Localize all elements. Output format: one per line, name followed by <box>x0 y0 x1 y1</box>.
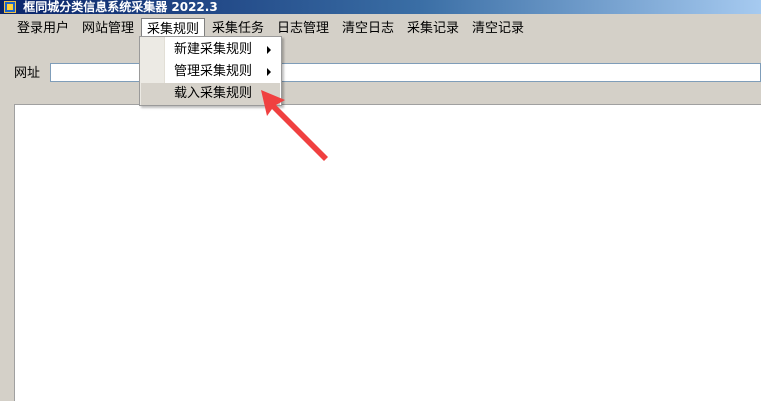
menu-item-new-rule[interactable]: 新建采集规则 <box>141 39 280 61</box>
submenu-arrow-icon <box>267 46 271 54</box>
menu-item-manage-rules[interactable]: 管理采集规则 <box>141 61 280 83</box>
menu-site-management[interactable]: 网站管理 <box>77 20 139 38</box>
submenu-arrow-icon <box>267 68 271 76</box>
url-label: 网址 <box>14 66 41 81</box>
menu-bar: 登录用户 网站管理 采集规则 采集任务 日志管理 清空日志 采集记录 清空记录 <box>0 14 761 42</box>
window-title: 框同城分类信息系统采集器 2022.3 <box>23 0 218 14</box>
menu-clear-records[interactable]: 清空记录 <box>467 20 529 38</box>
app-icon <box>4 1 16 13</box>
menu-collection-records[interactable]: 采集记录 <box>402 20 464 38</box>
menu-item-label: 载入采集规则 <box>174 86 253 101</box>
title-bar: 框同城分类信息系统采集器 2022.3 <box>0 0 761 14</box>
menu-login-user[interactable]: 登录用户 <box>12 20 74 38</box>
menu-item-label: 新建采集规则 <box>174 42 253 57</box>
red-pointer-arrow-icon <box>261 90 328 161</box>
content-area <box>14 104 761 401</box>
menu-item-label: 管理采集规则 <box>174 64 253 79</box>
menu-clear-logs[interactable]: 清空日志 <box>337 20 399 38</box>
